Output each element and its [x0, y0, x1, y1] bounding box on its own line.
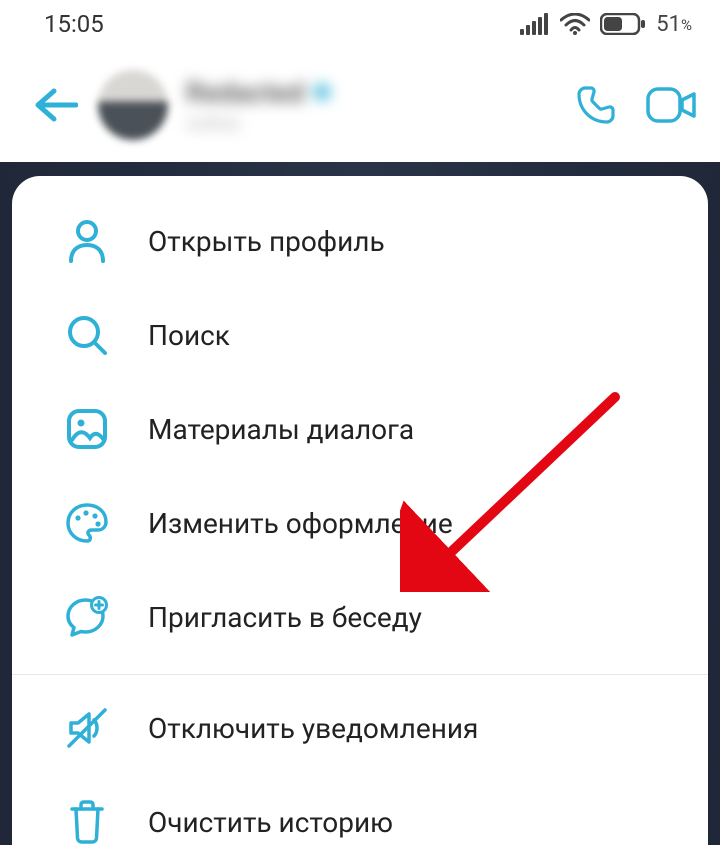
battery-percent: 51% [656, 12, 692, 37]
contact-name-block[interactable]: Redacted online [186, 76, 574, 135]
status-time: 15:05 [44, 10, 104, 38]
menu-item-search[interactable]: Поиск [12, 288, 708, 382]
contact-status: online [186, 111, 574, 135]
status-bar: 15:05 51% [0, 0, 720, 48]
signal-icon [520, 13, 550, 35]
menu-item-label: Изменить оформление [148, 507, 453, 540]
video-call-button[interactable] [646, 85, 698, 125]
menu-item-invite-chat[interactable]: Пригласить в беседу [12, 570, 708, 664]
battery-icon [600, 13, 646, 35]
back-button[interactable] [30, 79, 82, 131]
mute-icon [64, 705, 110, 751]
menu-backdrop: Открыть профиль Поиск Материалы диалога … [0, 162, 720, 845]
menu-item-clear-history[interactable]: Очистить историю [12, 775, 708, 845]
search-icon [64, 312, 110, 358]
menu-item-change-theme[interactable]: Изменить оформление [12, 476, 708, 570]
avatar[interactable] [98, 70, 168, 140]
invite-icon [64, 594, 110, 640]
menu-item-label: Отключить уведомления [148, 712, 478, 745]
arrow-left-icon [34, 87, 78, 123]
palette-icon [64, 500, 110, 546]
menu-item-open-profile[interactable]: Открыть профиль [12, 194, 708, 288]
menu-divider [12, 674, 708, 675]
video-icon [646, 85, 698, 125]
menu-item-label: Открыть профиль [148, 225, 385, 258]
person-icon [64, 218, 110, 264]
status-icons: 51% [520, 12, 692, 37]
menu-item-mute[interactable]: Отключить уведомления [12, 681, 708, 775]
verified-icon [312, 82, 332, 102]
phone-icon [574, 83, 618, 127]
contact-name: Redacted [186, 76, 305, 109]
menu-sheet: Открыть профиль Поиск Материалы диалога … [12, 176, 708, 845]
menu-item-label: Материалы диалога [148, 413, 414, 446]
image-icon [64, 406, 110, 452]
trash-icon [64, 799, 110, 845]
wifi-icon [560, 13, 590, 35]
menu-item-label: Пригласить в беседу [148, 601, 422, 634]
chat-header: Redacted online [0, 48, 720, 162]
menu-item-attachments[interactable]: Материалы диалога [12, 382, 708, 476]
menu-item-label: Очистить историю [148, 806, 393, 839]
menu-item-label: Поиск [148, 319, 230, 352]
voice-call-button[interactable] [574, 83, 618, 127]
